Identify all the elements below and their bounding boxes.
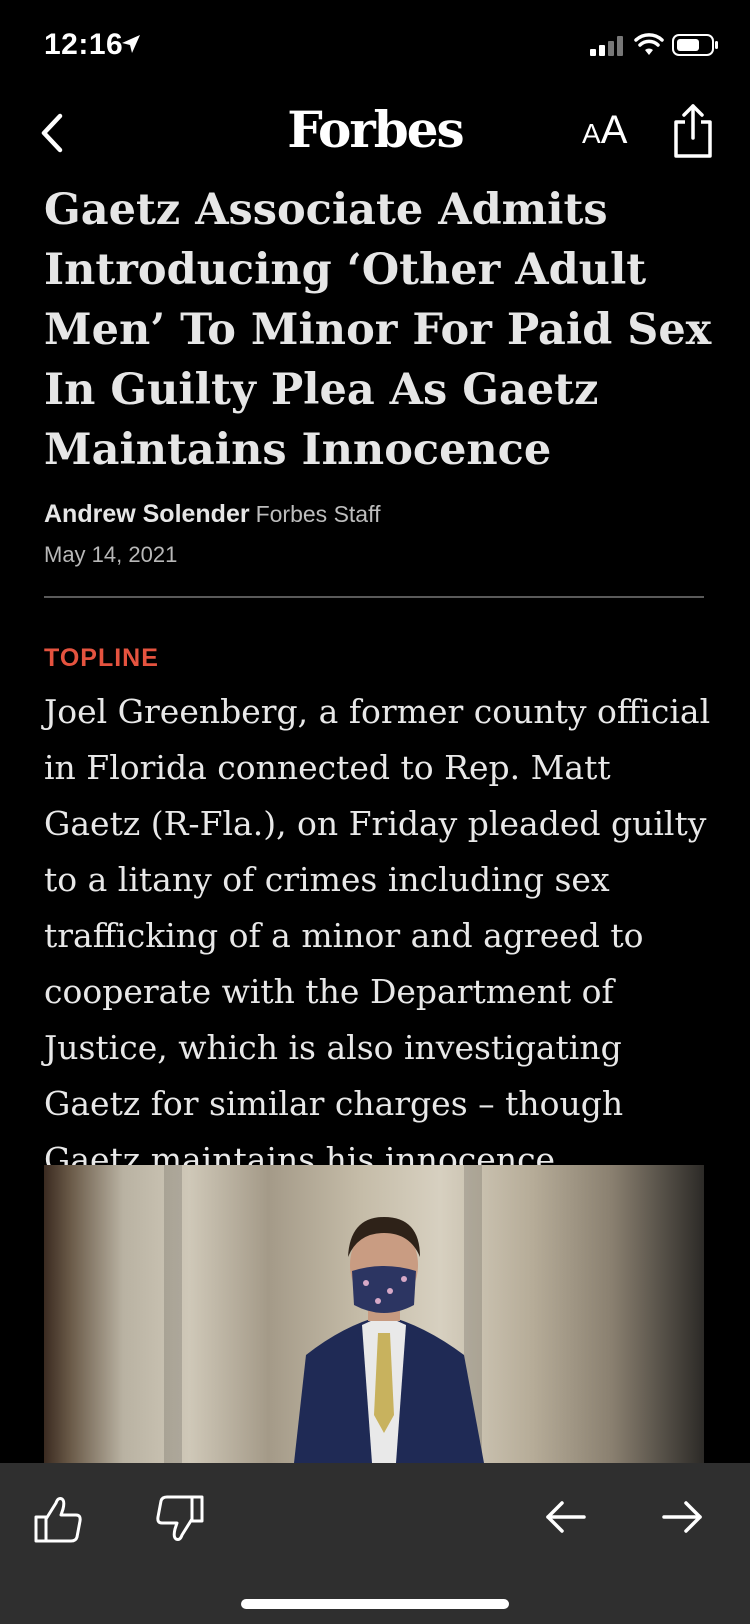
text-size-small-label: A (582, 118, 601, 149)
article-photo[interactable] (44, 1165, 704, 1463)
home-indicator[interactable] (241, 1599, 509, 1609)
byline: Andrew Solender Forbes Staff (44, 500, 714, 529)
location-arrow-icon (122, 35, 140, 53)
divider (44, 596, 704, 598)
arrow-right-icon[interactable] (660, 1497, 706, 1537)
author-name[interactable]: Andrew Solender (44, 500, 250, 528)
nav-bar: Forbes AA (0, 90, 750, 176)
text-size-large-label: A (600, 108, 628, 152)
status-bar: 12:16 (0, 0, 750, 90)
status-time: 12:16 (44, 28, 124, 61)
text-size-button[interactable]: AA (582, 108, 627, 153)
author-role: Forbes Staff (255, 501, 381, 527)
bottom-toolbar (0, 1463, 750, 1624)
article-headline: Gaetz Associate Admits Introducing ‘Othe… (44, 185, 712, 475)
arrow-left-icon[interactable] (542, 1497, 588, 1537)
share-icon[interactable] (670, 102, 716, 160)
brand-logo: Forbes (287, 100, 464, 159)
person-figure (294, 1217, 484, 1463)
wifi-icon (634, 33, 664, 55)
thumbs-up-icon[interactable] (32, 1493, 84, 1545)
battery-icon (672, 34, 718, 56)
topline-label: TOPLINE (44, 644, 159, 672)
topline-paragraph: Joel Greenberg, a former county official… (44, 692, 711, 1179)
signal-icon (590, 36, 623, 56)
publish-date: May 14, 2021 (44, 542, 178, 567)
thumbs-down-icon[interactable] (154, 1493, 206, 1545)
